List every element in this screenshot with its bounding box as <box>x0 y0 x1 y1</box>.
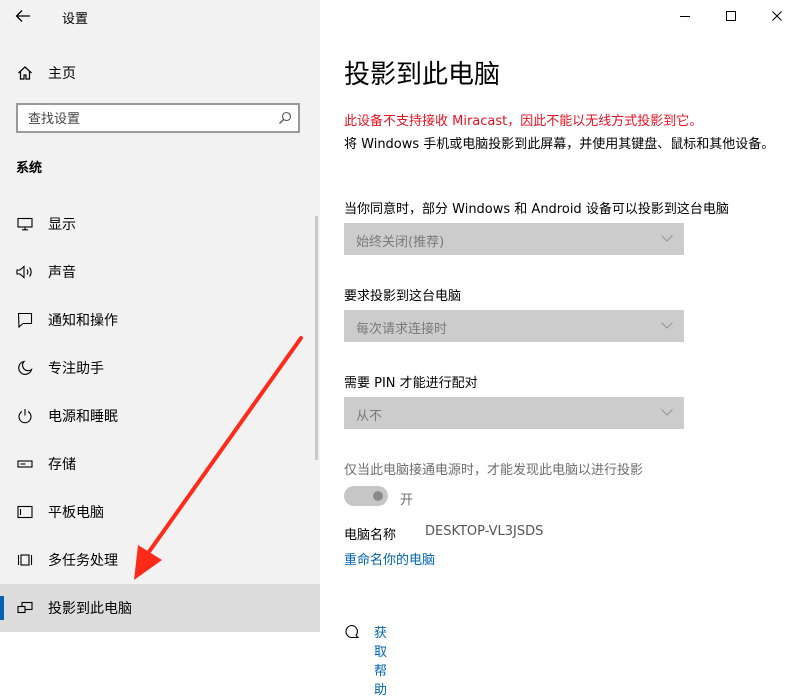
maximize-icon <box>726 11 736 21</box>
tablet-icon <box>16 503 34 521</box>
notification-icon <box>16 311 34 329</box>
sidebar-item-display[interactable]: 显示 <box>0 200 320 248</box>
sidebar-item-label: 电源和睡眠 <box>48 409 118 425</box>
ask-to-project-dropdown[interactable]: 每次请求连接时 <box>344 310 684 342</box>
sidebar-item-storage[interactable]: 存储 <box>0 440 320 488</box>
minimize-button[interactable] <box>662 0 708 32</box>
sidebar-item-sound[interactable]: 声音 <box>0 248 320 296</box>
content-pane: 投影到此电脑 此设备不支持接收 Miracast，因此不能以无线方式投影到它。 … <box>320 0 800 698</box>
sidebar-item-home[interactable]: 主页 <box>0 56 320 90</box>
sidebar-item-tablet[interactable]: 平板电脑 <box>0 488 320 536</box>
search-icon[interactable] <box>278 111 292 125</box>
sidebar-item-power-sleep[interactable]: 电源和睡眠 <box>0 392 320 440</box>
dropdown-value: 每次请求连接时 <box>356 322 448 337</box>
power-discovery-label: 仅当此电脑接通电源时，才能发现此电脑以进行投影 <box>344 463 644 478</box>
toggle-state-text: 开 <box>400 493 414 508</box>
back-button[interactable] <box>10 4 36 28</box>
sidebar-item-label: 专注助手 <box>48 361 104 377</box>
page-description: 将 Windows 手机或电脑投影到此屏幕，并使用其键盘、鼠标和其他设备。 <box>344 137 775 152</box>
home-icon <box>16 64 34 82</box>
power-discovery-toggle[interactable] <box>344 486 388 506</box>
sidebar: 设置 主页 系统 显示 <box>0 0 320 632</box>
storage-icon <box>16 455 34 473</box>
chevron-down-icon <box>661 409 673 416</box>
toggle-knob <box>373 491 383 501</box>
dropdown-value: 始终关闭(推荐) <box>356 235 445 250</box>
chevron-down-icon <box>661 322 673 329</box>
search-box[interactable] <box>16 103 300 133</box>
ask-to-project-label: 要求投影到这台电脑 <box>344 289 462 304</box>
settings-window: 设置 主页 系统 显示 <box>0 0 800 698</box>
titlebar-left: 设置 <box>0 0 320 32</box>
sidebar-item-label: 平板电脑 <box>48 505 104 521</box>
search-input[interactable] <box>28 110 268 128</box>
chevron-down-icon <box>661 235 673 242</box>
pc-name-label: 电脑名称 <box>344 528 397 543</box>
app-title: 设置 <box>62 12 89 27</box>
page-title: 投影到此电脑 <box>344 60 501 90</box>
sidebar-item-label: 显示 <box>48 217 76 233</box>
sidebar-item-multitasking[interactable]: 多任务处理 <box>0 536 320 584</box>
moon-icon <box>16 359 34 377</box>
projection-availability-dropdown[interactable]: 始终关闭(推荐) <box>344 223 684 255</box>
sidebar-item-label: 主页 <box>48 66 76 82</box>
sidebar-item-label: 通知和操作 <box>48 313 118 329</box>
sidebar-item-label: 声音 <box>48 265 76 281</box>
miracast-warning: 此设备不支持接收 Miracast，因此不能以无线方式投影到它。 <box>344 114 703 129</box>
sidebar-scrollbar[interactable] <box>315 216 318 460</box>
sidebar-item-label: 投影到此电脑 <box>48 601 132 617</box>
selection-indicator <box>0 596 4 620</box>
minimize-icon <box>680 16 690 17</box>
help-chat-icon <box>345 624 360 639</box>
speaker-icon <box>16 263 34 281</box>
sidebar-item-label: 存储 <box>48 457 76 473</box>
require-pin-dropdown[interactable]: 从不 <box>344 397 684 429</box>
projection-availability-label: 当你同意时，部分 Windows 和 Android 设备可以投影到这台电脑 <box>344 202 729 217</box>
section-heading: 系统 <box>16 161 43 176</box>
sidebar-item-focus-assist[interactable]: 专注助手 <box>0 344 320 392</box>
sidebar-item-project-to-pc[interactable]: 投影到此电脑 <box>0 584 320 632</box>
rename-pc-link[interactable]: 重命名你的电脑 <box>344 549 435 568</box>
sidebar-item-notifications[interactable]: 通知和操作 <box>0 296 320 344</box>
multitask-icon <box>16 551 34 569</box>
monitor-icon <box>16 215 34 233</box>
project-icon <box>16 599 34 617</box>
get-help-link[interactable]: 获取帮助 <box>374 622 387 698</box>
close-button[interactable] <box>754 0 800 32</box>
maximize-button[interactable] <box>708 0 754 32</box>
back-arrow-icon <box>15 10 30 22</box>
sidebar-item-label: 多任务处理 <box>48 553 118 569</box>
close-icon <box>772 11 782 21</box>
dropdown-value: 从不 <box>356 409 383 424</box>
require-pin-label: 需要 PIN 才能进行配对 <box>344 376 478 391</box>
power-icon <box>16 407 34 425</box>
pc-name-value: DESKTOP-VL3JSDS <box>425 524 544 539</box>
